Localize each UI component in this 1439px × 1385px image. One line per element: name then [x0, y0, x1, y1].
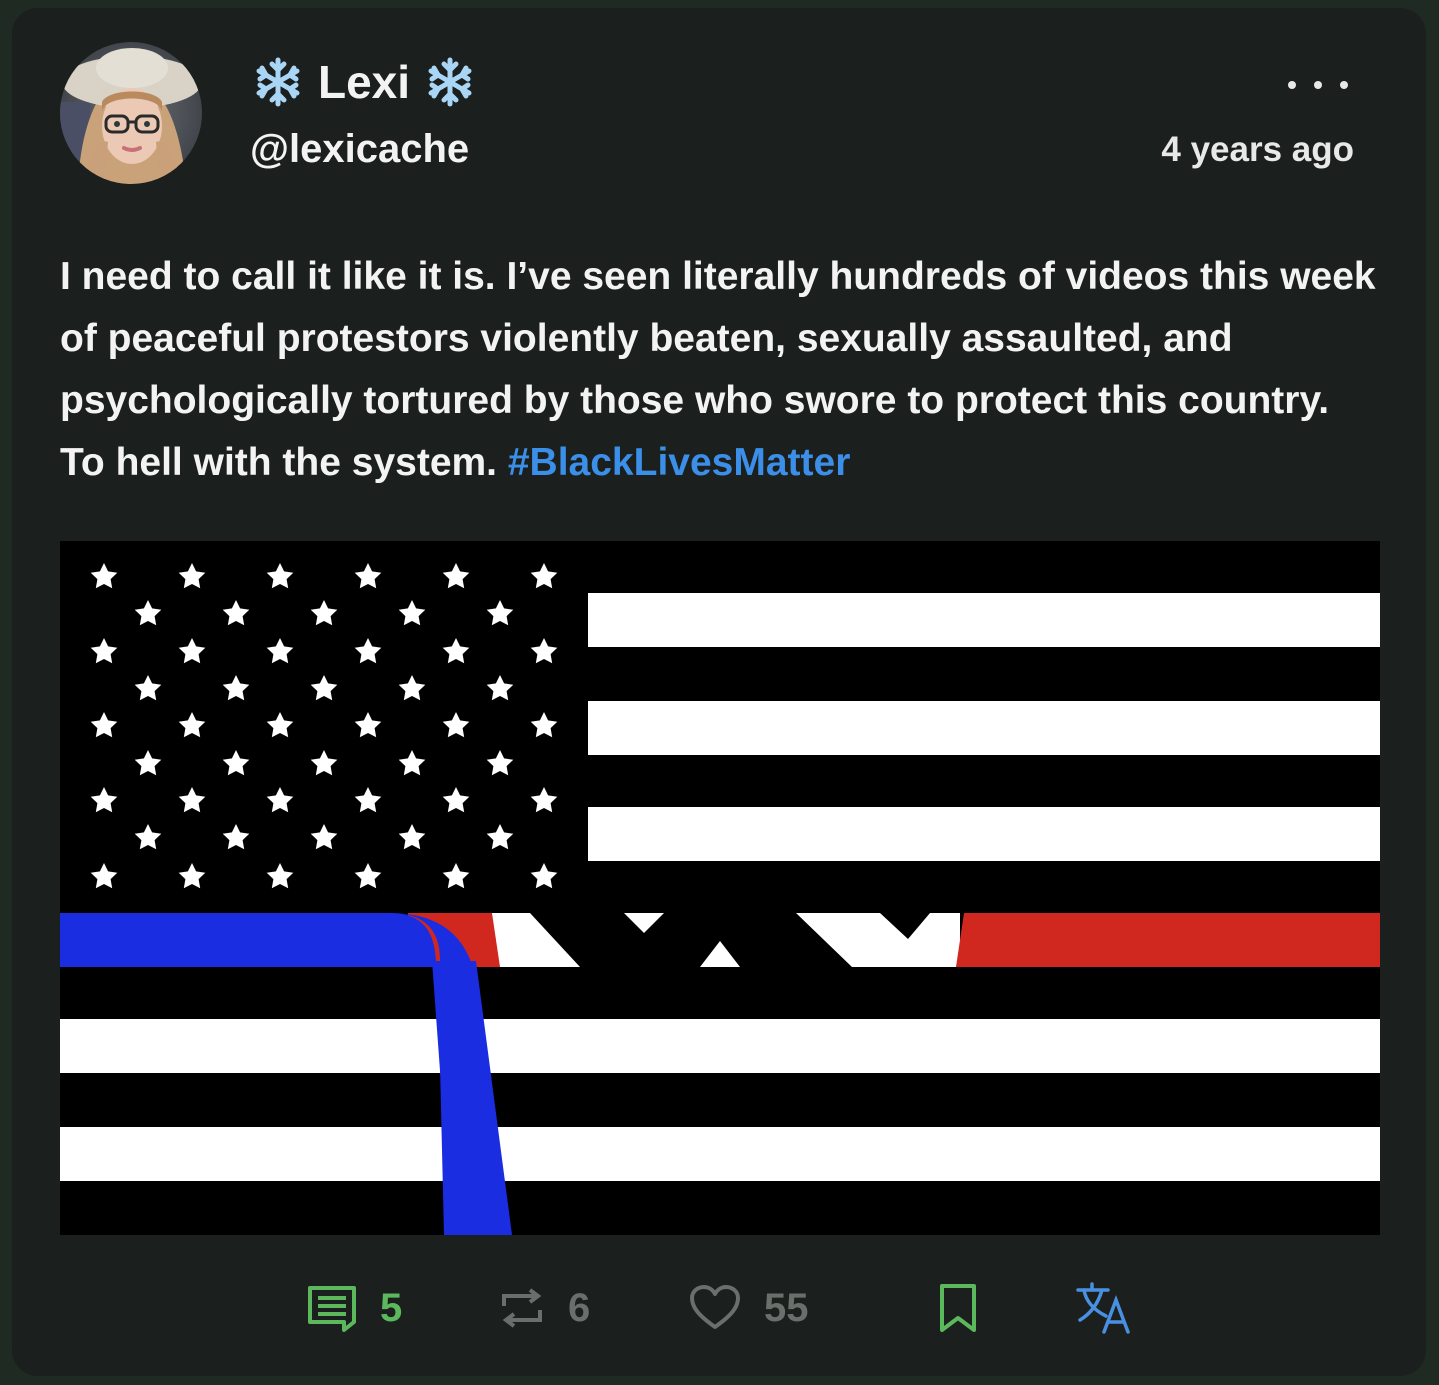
post-timestamp[interactable]: 4 years ago — [1161, 128, 1354, 172]
post-image[interactable] — [60, 541, 1380, 1235]
reply-count: 5 — [380, 1285, 403, 1330]
action-bar: 5 6 55 — [12, 1278, 1426, 1338]
avatar-image — [60, 42, 202, 184]
snowflake-icon — [428, 57, 472, 107]
flag-image — [60, 541, 1380, 1235]
like-count: 55 — [764, 1285, 809, 1330]
reply-button[interactable]: 5 — [306, 1278, 402, 1338]
bookmark-button[interactable] — [938, 1278, 978, 1338]
more-options-icon[interactable] — [1288, 70, 1348, 100]
repost-count: 6 — [568, 1285, 591, 1330]
bookmark-icon — [940, 1284, 976, 1332]
post-body: I need to call it like it is. I’ve seen … — [60, 246, 1380, 494]
repost-button[interactable]: 6 — [498, 1278, 590, 1338]
hashtag-link[interactable]: #BlackLivesMatter — [508, 441, 851, 484]
like-button[interactable]: 55 — [688, 1278, 809, 1338]
display-name-text: Lexi — [318, 56, 411, 108]
repost-icon — [502, 1288, 542, 1328]
display-name[interactable]: Lexi — [252, 52, 476, 112]
avatar[interactable] — [60, 42, 202, 184]
heart-icon — [690, 1285, 740, 1329]
user-handle[interactable]: @lexicache — [250, 124, 469, 174]
post-card[interactable]: Lexi @lexicache 4 years ago I need to ca… — [12, 8, 1426, 1376]
translate-button[interactable] — [1074, 1278, 1134, 1338]
snowflake-icon — [256, 57, 300, 107]
translate-icon — [1076, 1282, 1130, 1334]
comment-icon — [308, 1286, 356, 1332]
